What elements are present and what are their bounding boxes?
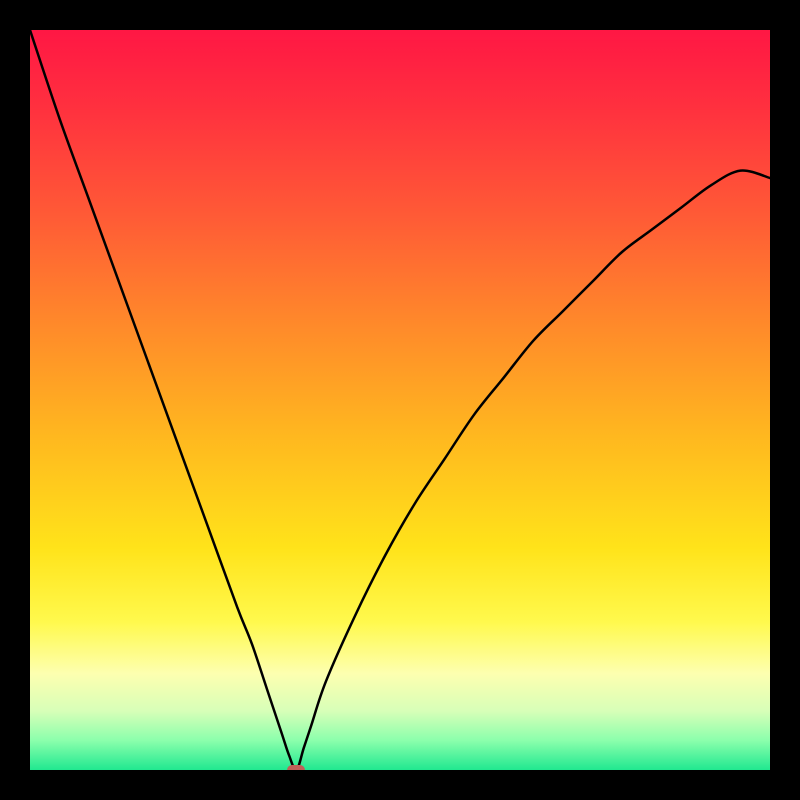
frame-left: [0, 0, 30, 800]
plot-area: [30, 30, 770, 770]
frame-right: [770, 0, 800, 800]
frame-top: [0, 0, 800, 30]
bottleneck-curve: [30, 30, 770, 770]
frame-bottom: [0, 770, 800, 800]
